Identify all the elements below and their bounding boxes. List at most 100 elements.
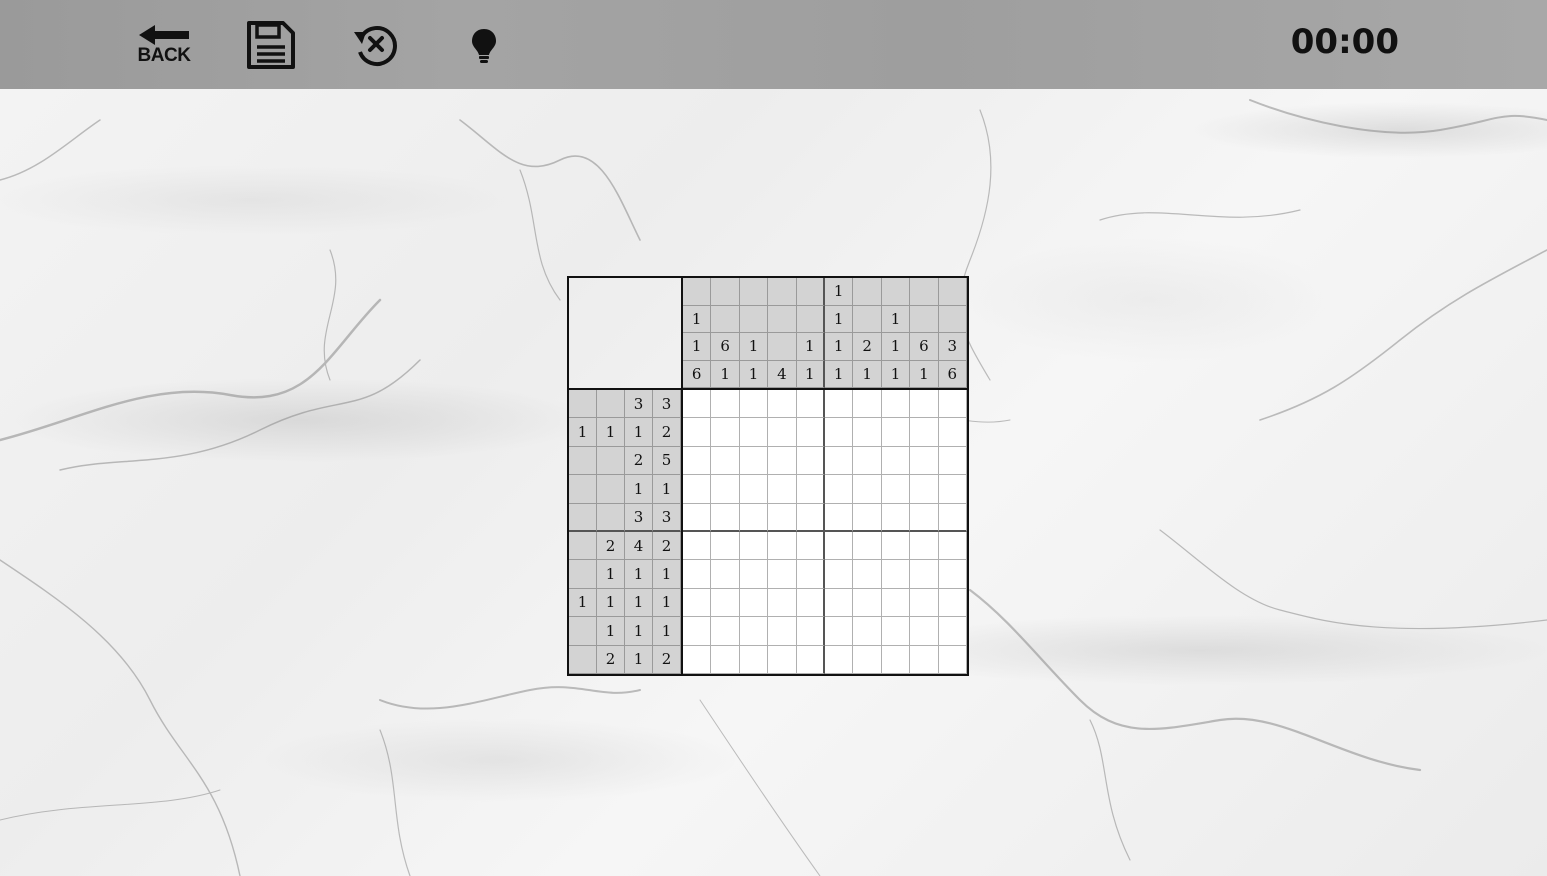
grid-cell[interactable]	[711, 560, 740, 589]
grid-cell[interactable]	[853, 588, 882, 618]
grid-cell[interactable]	[768, 390, 797, 419]
grid-cell[interactable]	[768, 645, 797, 674]
grid-cell[interactable]	[853, 475, 882, 504]
grid-cell[interactable]	[938, 588, 967, 618]
grid-cell[interactable]	[683, 446, 712, 476]
grid-cell[interactable]	[683, 390, 712, 419]
grid-cell[interactable]	[853, 645, 882, 674]
grid-cell[interactable]	[711, 617, 740, 646]
grid-cell[interactable]	[683, 418, 712, 447]
grid-cell[interactable]	[768, 475, 797, 504]
grid-cell[interactable]	[768, 560, 797, 589]
grid-cell[interactable]	[739, 645, 769, 674]
grid-cell[interactable]	[824, 588, 854, 618]
grid-cell[interactable]	[853, 503, 882, 532]
grid-cell[interactable]	[796, 531, 825, 561]
grid-cell[interactable]	[881, 418, 911, 447]
grid-cell[interactable]	[683, 531, 712, 561]
grid-cell[interactable]	[938, 390, 967, 419]
grid-cell[interactable]	[683, 560, 712, 589]
grid-cell[interactable]	[739, 531, 769, 561]
grid-cell[interactable]	[938, 446, 967, 476]
grid-cell[interactable]	[881, 617, 911, 646]
grid-cell[interactable]	[711, 475, 740, 504]
grid-cell[interactable]	[938, 531, 967, 561]
grid-cell[interactable]	[683, 588, 712, 618]
grid-cell[interactable]	[881, 645, 911, 674]
grid-cell[interactable]	[796, 588, 825, 618]
grid-cell[interactable]	[739, 475, 769, 504]
grid-cell[interactable]	[938, 645, 967, 674]
grid-cell[interactable]	[824, 446, 854, 476]
grid-cell[interactable]	[881, 560, 911, 589]
grid-cell[interactable]	[711, 645, 740, 674]
grid-cell[interactable]	[768, 617, 797, 646]
grid-cell[interactable]	[739, 503, 769, 532]
grid-cell[interactable]	[683, 645, 712, 674]
grid-cell[interactable]	[824, 531, 854, 561]
grid-cell[interactable]	[910, 446, 939, 476]
grid-cell[interactable]	[910, 645, 939, 674]
grid-cell[interactable]	[824, 475, 854, 504]
save-button[interactable]	[238, 14, 302, 76]
grid-cell[interactable]	[910, 588, 939, 618]
grid-cell[interactable]	[739, 617, 769, 646]
grid-cell[interactable]	[768, 446, 797, 476]
grid-cell[interactable]	[768, 503, 797, 532]
grid-cell[interactable]	[881, 475, 911, 504]
grid-cell[interactable]	[796, 390, 825, 419]
grid-cell[interactable]	[824, 503, 854, 532]
grid-cell[interactable]	[824, 560, 854, 589]
grid-cell[interactable]	[910, 560, 939, 589]
grid-cell[interactable]	[853, 531, 882, 561]
grid-cell[interactable]	[881, 588, 911, 618]
grid-cell[interactable]	[910, 617, 939, 646]
grid-cell[interactable]	[796, 475, 825, 504]
grid-cell[interactable]	[938, 418, 967, 447]
grid-cell[interactable]	[938, 503, 967, 532]
grid-cell[interactable]	[824, 390, 854, 419]
grid-cell[interactable]	[796, 560, 825, 589]
grid-cell[interactable]	[853, 617, 882, 646]
grid-cell[interactable]	[796, 418, 825, 447]
grid-cell[interactable]	[910, 418, 939, 447]
grid-cell[interactable]	[881, 446, 911, 476]
grid-cell[interactable]	[796, 645, 825, 674]
grid-cell[interactable]	[711, 390, 740, 419]
grid-cell[interactable]	[768, 588, 797, 618]
grid-cell[interactable]	[739, 560, 769, 589]
hint-button[interactable]	[452, 14, 516, 76]
grid-cell[interactable]	[711, 531, 740, 561]
grid-cell[interactable]	[824, 418, 854, 447]
grid-cell[interactable]	[739, 418, 769, 447]
grid-cell[interactable]	[881, 503, 911, 532]
grid-cell[interactable]	[853, 446, 882, 476]
grid-cell[interactable]	[881, 531, 911, 561]
grid-cell[interactable]	[711, 446, 740, 476]
grid-cell[interactable]	[796, 503, 825, 532]
grid-cell[interactable]	[768, 418, 797, 447]
grid-cell[interactable]	[910, 531, 939, 561]
grid-cell[interactable]	[683, 503, 712, 532]
grid-cell[interactable]	[938, 617, 967, 646]
grid-cell[interactable]	[824, 617, 854, 646]
grid-cell[interactable]	[739, 446, 769, 476]
grid-cell[interactable]	[711, 503, 740, 532]
back-button[interactable]: BACK	[132, 14, 196, 76]
grid-cell[interactable]	[683, 617, 712, 646]
grid-cell[interactable]	[853, 390, 882, 419]
grid-cell[interactable]	[853, 418, 882, 447]
grid-cell[interactable]	[938, 560, 967, 589]
grid-cell[interactable]	[938, 475, 967, 504]
grid-cell[interactable]	[853, 560, 882, 589]
grid-cell[interactable]	[739, 588, 769, 618]
reset-button[interactable]	[344, 14, 408, 76]
grid-cell[interactable]	[796, 446, 825, 476]
grid-cell[interactable]	[711, 418, 740, 447]
grid-cell[interactable]	[739, 390, 769, 419]
grid-cell[interactable]	[910, 503, 939, 532]
grid-cell[interactable]	[910, 475, 939, 504]
grid-cell[interactable]	[796, 617, 825, 646]
grid-cell[interactable]	[768, 531, 797, 561]
grid-cell[interactable]	[683, 475, 712, 504]
